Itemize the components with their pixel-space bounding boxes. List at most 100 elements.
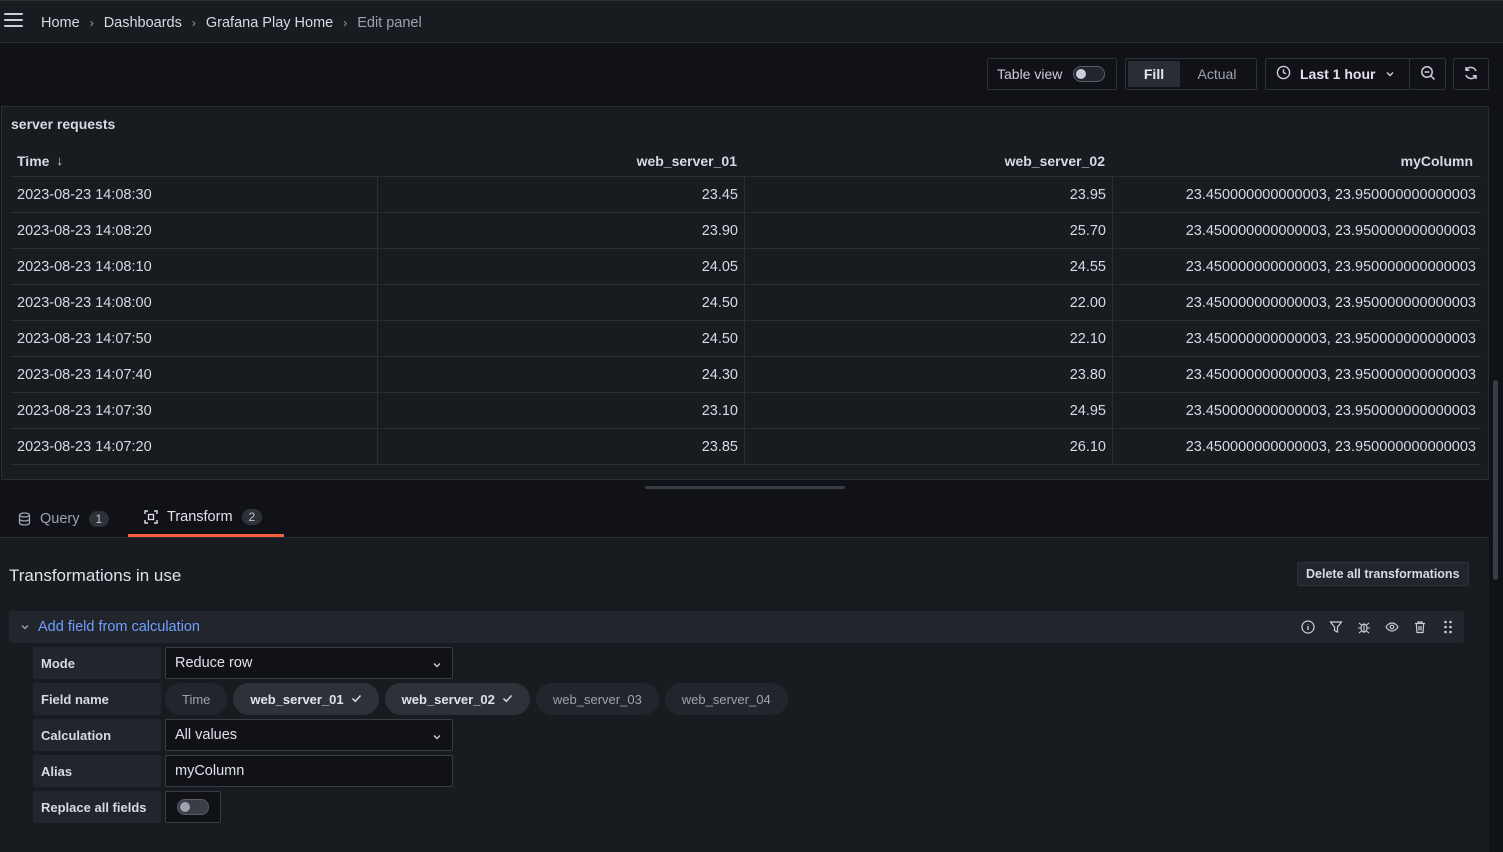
mode-label: Mode (33, 647, 161, 679)
check-icon (502, 692, 513, 707)
transformations-panel: Transformations in use Delete all transf… (0, 538, 1489, 852)
clock-icon (1276, 65, 1291, 83)
tab-query[interactable]: Query 1 (18, 500, 110, 537)
cell-time: 2023-08-23 14:07:50 (11, 321, 378, 356)
cell-time: 2023-08-23 14:08:10 (11, 249, 378, 284)
table-row: 2023-08-23 14:07:30 23.10 24.95 23.45000000… (11, 393, 1481, 429)
transform-icon (144, 510, 158, 524)
cell-mycolumn: 23.450000000000003, 23.950000000000003 (1185, 438, 1476, 455)
mode-select[interactable]: Reduce row (165, 647, 453, 679)
cell-web-server-01: 24.05 (378, 249, 745, 284)
cell-web-server-02: 22.00 (745, 285, 1113, 320)
editor-tabs: Query 1 Transform 2 (0, 500, 1489, 538)
replace-all-fields-switch[interactable] (177, 799, 209, 815)
refresh-button[interactable] (1453, 58, 1489, 90)
debug-icon[interactable] (1356, 619, 1372, 635)
breadcrumb-home[interactable]: Home (41, 15, 80, 31)
table-body: 2023-08-23 14:08:30 23.45 23.95 23.45000000… (11, 177, 1481, 465)
mode-value: Reduce row (175, 655, 253, 671)
column-header-web-server-02[interactable]: web_server_02 (745, 145, 1113, 176)
check-icon (351, 692, 362, 707)
field-chip-label: web_server_03 (552, 691, 642, 707)
trash-icon[interactable] (1412, 619, 1428, 635)
table-row: 2023-08-23 14:08:20 23.90 25.70 23.45000000… (11, 213, 1481, 249)
table-view-label: Table view (997, 66, 1063, 82)
cell-web-server-01: 24.30 (378, 357, 745, 392)
eye-icon[interactable] (1384, 619, 1400, 635)
table-row: 2023-08-23 14:07:40 24.30 23.80 23.45000000… (11, 357, 1481, 393)
field-name-row: Field name Time web_server_01 web_server_0… (33, 683, 788, 715)
drag-handle-icon[interactable] (1440, 619, 1456, 635)
cell-mycolumn: 23.450000000000003, 23.950000000000003 (1185, 366, 1476, 383)
info-icon[interactable] (1300, 619, 1316, 635)
fill-actual-group: Fill Actual (1125, 58, 1257, 90)
panel-preview: server requests Time ↓ web_server_01 web… (1, 106, 1489, 480)
time-range-picker[interactable]: Last 1 hour (1265, 58, 1410, 90)
field-chip[interactable]: web_server_02 (384, 683, 530, 715)
cell-web-server-01: 23.85 (378, 429, 745, 464)
chevron-down-icon (1385, 66, 1395, 82)
table-view-switch[interactable] (1073, 66, 1106, 82)
field-chip-label: web_server_04 (681, 691, 771, 707)
tab-transform[interactable]: Transform 2 (128, 500, 284, 537)
table-row: 2023-08-23 14:08:30 23.45 23.95 23.45000000… (11, 177, 1481, 213)
column-header-web-server-01[interactable]: web_server_01 (378, 145, 745, 176)
sort-descending-icon: ↓ (56, 153, 63, 168)
page-scrollbar[interactable] (1493, 380, 1498, 580)
calculation-select[interactable]: All values (165, 719, 453, 751)
breadcrumb: Home › Dashboards › Grafana Play Home › … (41, 1, 422, 44)
filter-icon[interactable] (1328, 619, 1344, 635)
field-chip-label: web_server_01 (250, 691, 344, 707)
field-chip[interactable]: web_server_03 (535, 683, 659, 715)
table-row: 2023-08-23 14:08:10 24.05 24.55 23.45000000… (11, 249, 1481, 285)
collapse-chevron-icon[interactable] (20, 619, 30, 635)
menu-icon[interactable] (4, 13, 23, 29)
table-view-toggle[interactable]: Table view (987, 58, 1117, 90)
replace-all-fields-toggle[interactable] (165, 791, 221, 823)
calculation-row: Calculation All values (33, 719, 453, 751)
cell-mycolumn: 23.450000000000003, 23.950000000000003 (1185, 330, 1476, 347)
column-header-mycolumn[interactable]: myColumn (1113, 145, 1481, 176)
cell-web-server-02: 26.10 (745, 429, 1113, 464)
mode-row: Mode Reduce row (33, 647, 453, 679)
cell-web-server-01: 24.50 (378, 285, 745, 320)
column-header-time[interactable]: Time ↓ (11, 145, 378, 176)
cell-web-server-02: 25.70 (745, 213, 1113, 248)
table-row: 2023-08-23 14:07:50 24.50 22.10 23.45000000… (11, 321, 1481, 357)
field-name-chips: Time web_server_01 web_server_02 web_server… (165, 683, 788, 715)
field-chip[interactable]: web_server_01 (233, 683, 379, 715)
transformation-name[interactable]: Add field from calculation (38, 619, 200, 635)
breadcrumb-dashboard[interactable]: Grafana Play Home (206, 15, 333, 31)
cell-web-server-02: 24.55 (745, 249, 1113, 284)
cell-mycolumn: 23.450000000000003, 23.950000000000003 (1185, 186, 1476, 203)
cell-mycolumn: 23.450000000000003, 23.950000000000003 (1185, 402, 1476, 419)
query-count-badge: 1 (88, 510, 110, 527)
actual-button[interactable]: Actual (1180, 61, 1254, 87)
field-chip-label: Time (182, 691, 211, 707)
field-chip[interactable]: web_server_04 (664, 683, 788, 715)
refresh-icon (1463, 65, 1479, 84)
chevron-down-icon (432, 730, 442, 746)
transformation-header: Add field from calculation (9, 611, 1464, 643)
alias-row: Alias (33, 755, 453, 787)
pane-resize-handle[interactable] (645, 486, 845, 489)
cell-time: 2023-08-23 14:08:30 (11, 177, 378, 212)
cell-mycolumn: 23.450000000000003, 23.950000000000003 (1185, 222, 1476, 239)
delete-all-transformations-button[interactable]: Delete all transformations (1297, 562, 1469, 586)
breadcrumb-separator: › (89, 15, 94, 30)
cell-mycolumn: 23.450000000000003, 23.950000000000003 (1185, 294, 1476, 311)
table-row: 2023-08-23 14:08:00 24.50 22.00 23.45000000… (11, 285, 1481, 321)
field-chip[interactable]: Time (165, 683, 228, 715)
cell-web-server-01: 24.50 (378, 321, 745, 356)
cell-time: 2023-08-23 14:07:30 (11, 393, 378, 428)
cell-mycolumn: 23.450000000000003, 23.950000000000003 (1185, 258, 1476, 275)
calculation-value: All values (175, 727, 238, 743)
cell-web-server-02: 24.95 (745, 393, 1113, 428)
alias-input[interactable] (165, 755, 453, 787)
replace-all-fields-label: Replace all fields (33, 791, 161, 823)
zoom-out-icon (1420, 65, 1436, 84)
cell-web-server-02: 23.80 (745, 357, 1113, 392)
fill-button[interactable]: Fill (1128, 61, 1180, 87)
zoom-out-button[interactable] (1409, 58, 1446, 90)
breadcrumb-dashboards[interactable]: Dashboards (104, 15, 182, 31)
